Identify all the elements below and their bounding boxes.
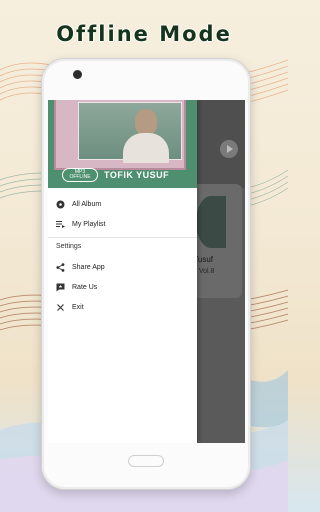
artist-name: TOFIK YUSUF (104, 170, 170, 180)
mp3-offline-badge: MP3 OFFLINE (62, 168, 98, 182)
menu-item-rate-us[interactable]: Rate Us (48, 278, 197, 296)
album-icon (56, 200, 65, 209)
settings-section-label: Settings (56, 243, 82, 250)
drawer-header: MP3 OFFLINE TOFIK YUSUF (48, 100, 197, 188)
menu-item-share-app[interactable]: Share App (48, 258, 197, 276)
close-icon (56, 303, 65, 312)
menu-item-all-album[interactable]: All Album (48, 195, 197, 213)
artist-photo (78, 102, 182, 163)
share-icon (56, 262, 65, 272)
navigation-drawer: MP3 OFFLINE TOFIK YUSUF All Album My Pla… (48, 100, 197, 443)
artist-body (123, 133, 169, 163)
menu-item-label: My Playlist (72, 220, 106, 228)
menu-item-my-playlist[interactable]: My Playlist (48, 215, 197, 233)
scrim[interactable] (197, 299, 245, 443)
menu-item-exit[interactable]: Exit (48, 298, 197, 316)
play-icon (220, 140, 238, 158)
promo-title: Offline Mode (56, 22, 232, 46)
album-cover-dimmed (196, 196, 226, 248)
menu-item-label: Share App (72, 263, 105, 271)
menu-item-label: Exit (72, 303, 84, 311)
menu-item-label: Rate Us (72, 283, 98, 291)
camera-dot (73, 70, 82, 79)
phone-screen: Yusuf a Vol.8 MP3 OFFLINE TOFIK YUSUF Al… (48, 100, 245, 443)
artist-head (135, 109, 157, 135)
menu-divider (48, 237, 197, 238)
menu-item-label: All Album (72, 200, 102, 208)
header-frame (54, 100, 186, 170)
rate-icon (56, 283, 65, 292)
phone-frame: Yusuf a Vol.8 MP3 OFFLINE TOFIK YUSUF Al… (41, 58, 251, 490)
badge-bottom-text: OFFLINE (69, 174, 91, 180)
home-button-icon[interactable] (128, 455, 164, 467)
playlist-icon (56, 220, 65, 229)
